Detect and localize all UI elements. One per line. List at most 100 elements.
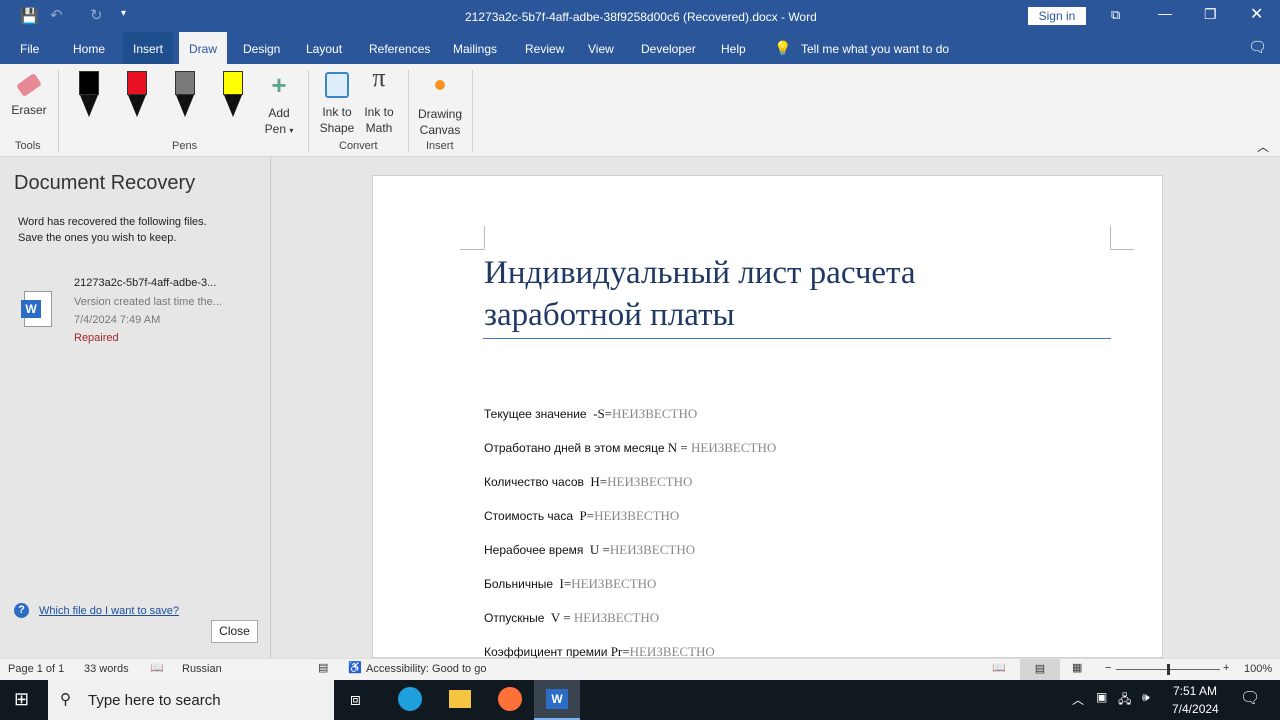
clock-time[interactable]: 7:51 AM [1173, 684, 1217, 698]
search-box[interactable]: ⚲ Type here to search [48, 680, 334, 720]
recovered-file-item[interactable]: W 21273a2c-5b7f-4aff-adbe-3... Version c… [14, 271, 259, 349]
line-value: НЕИЗВЕСТНО [594, 508, 680, 523]
word-count[interactable]: 33 words [84, 663, 129, 675]
tab-mailings[interactable]: Mailings [443, 32, 507, 64]
ink-to-shape-label: Ink to [322, 105, 352, 119]
print-layout-icon[interactable]: ▤ [1020, 659, 1060, 680]
line-key: V = [544, 610, 574, 625]
meet-now-icon[interactable]: ▣ [1096, 690, 1107, 704]
tab-insert[interactable]: Insert [123, 32, 174, 64]
show-hidden-icons[interactable]: ︿ [1072, 691, 1084, 708]
ribbon-display-options-icon[interactable]: ⧉ [1111, 7, 1120, 23]
search-icon: ⚲ [60, 691, 71, 708]
tell-me-input[interactable]: Tell me what you want to do [801, 42, 949, 56]
comments-icon[interactable]: 🗨 [1248, 38, 1267, 56]
help-link[interactable]: Which file do I want to save? [39, 605, 179, 617]
restore-button[interactable]: ❐ [1204, 6, 1217, 23]
taskbar: ⊞ ⚲ Type here to search ⧈ W ︿ ▣ 🖧 🕪 7:51… [0, 680, 1280, 720]
zoom-in-button[interactable]: + [1223, 662, 1229, 674]
clock-date[interactable]: 7/4/2024 [1172, 702, 1219, 716]
sign-in-button[interactable]: Sign in [1028, 7, 1086, 25]
pi-icon: π [372, 63, 386, 92]
file-date: 7/4/2024 7:49 AM [74, 314, 161, 326]
line-label: Отработано дней в этом месяце [484, 441, 665, 455]
pen-3[interactable] [223, 71, 245, 126]
zoom-level[interactable]: 100% [1244, 663, 1272, 675]
tab-references[interactable]: References [359, 32, 440, 64]
firefox-icon[interactable] [498, 687, 522, 711]
line-label: Больничные [484, 577, 554, 591]
notifications-icon[interactable]: 🗨 [1240, 688, 1260, 708]
search-input[interactable]: Type here to search [88, 692, 221, 709]
zoom-slider-thumb[interactable] [1167, 664, 1170, 675]
tab-layout[interactable]: Layout [296, 32, 352, 64]
document-page[interactable]: Индивидуальный лист расчета заработной п… [372, 175, 1163, 659]
drawing-canvas-button[interactable]: Drawing Canvas [414, 74, 466, 138]
volume-icon[interactable]: 🕪 [1142, 690, 1150, 705]
proofing-icon[interactable]: 📖 [150, 661, 164, 674]
lightbulb-icon: 💡 [774, 40, 792, 56]
save-icon[interactable]: 💾 [20, 7, 39, 25]
recovery-description-2: Save the ones you wish to keep. [18, 232, 177, 244]
drawing-canvas-label: Drawing [417, 107, 462, 121]
ink-to-math-label-2: Math [365, 121, 393, 135]
line-label: Текущее значение [484, 407, 587, 421]
read-mode-icon[interactable]: 📖 [992, 661, 1006, 674]
document-line: Количество часов H=НЕИЗВЕСТНО [484, 474, 692, 490]
accessibility-status[interactable]: Accessibility: Good to go [366, 663, 486, 675]
ink-to-math-button[interactable]: π Ink to Math [359, 63, 399, 136]
file-status: Repaired [74, 332, 119, 344]
collapse-ribbon-icon[interactable]: ︿ [1257, 138, 1269, 155]
language[interactable]: Russian [182, 663, 222, 675]
eraser-button[interactable]: Eraser [8, 72, 50, 118]
group-tools-label: Tools [15, 140, 41, 152]
tab-design[interactable]: Design [233, 32, 290, 64]
title-line-2: заработной платы [484, 297, 735, 333]
ribbon-tabs: File Home Insert Draw Design Layout Refe… [0, 32, 1280, 64]
close-button[interactable]: Close [211, 620, 258, 643]
task-view-icon[interactable]: ⧈ [350, 690, 361, 710]
file-explorer-icon[interactable] [449, 690, 471, 708]
title-line-1: Индивидуальный лист расчета [484, 255, 916, 291]
group-convert-label: Convert [339, 140, 378, 152]
line-value: НЕИЗВЕСТНО [607, 474, 693, 489]
customize-toolbar-icon[interactable]: ▾ [121, 8, 126, 19]
line-value: НЕИЗВЕСТНО [612, 406, 698, 421]
windows-start-icon[interactable]: ⊞ [14, 689, 29, 710]
page-count[interactable]: Page 1 of 1 [8, 663, 64, 675]
ink-to-shape-button[interactable]: Ink to Shape [317, 72, 357, 136]
close-window-button[interactable]: ✕ [1250, 4, 1263, 24]
network-icon[interactable]: 🖧 [1118, 690, 1131, 711]
zoom-out-button[interactable]: − [1105, 662, 1111, 674]
tab-developer[interactable]: Developer [631, 32, 706, 64]
group-pens-label: Pens [172, 140, 198, 152]
redo-icon[interactable]: ↻ [90, 6, 103, 24]
line-label: Отпускные [484, 611, 545, 625]
minimize-button[interactable]: — [1158, 5, 1172, 21]
web-layout-icon[interactable]: ▦ [1072, 661, 1082, 674]
word-icon: W [546, 689, 568, 709]
tab-home[interactable]: Home [63, 32, 115, 64]
line-label: Стоимость часа [484, 509, 574, 523]
undo-icon[interactable]: ↶ [50, 6, 63, 24]
document-line: Отпускные V = НЕИЗВЕСТНО [484, 610, 659, 626]
pen-1[interactable] [127, 71, 149, 126]
macro-icon[interactable]: ▤ [318, 661, 328, 674]
status-bar: Page 1 of 1 33 words 📖 Russian ▤ ♿ Acces… [0, 658, 1280, 680]
ink-to-math-label: Ink to [364, 105, 394, 119]
group-insert-label: Insert [426, 140, 454, 152]
pen-0[interactable] [79, 71, 101, 126]
pen-2[interactable] [175, 71, 197, 126]
document-title: Индивидуальный лист расчета заработной п… [484, 252, 916, 336]
tab-review[interactable]: Review [515, 32, 574, 64]
word-taskbar-button[interactable]: W [534, 680, 580, 720]
add-pen-button[interactable]: + Add Pen ▾ [260, 72, 298, 139]
tab-file[interactable]: File [10, 32, 49, 64]
document-line: Отработано дней в этом месяце N = НЕИЗВЕ… [484, 440, 776, 456]
tab-view[interactable]: View [578, 32, 624, 64]
title-bar: 💾 ↶ ↻ ▾ 21273a2c-5b7f-4aff-adbe-38f9258d… [0, 0, 1280, 32]
edge-icon[interactable] [398, 687, 422, 711]
tab-help[interactable]: Help [711, 32, 756, 64]
tab-draw[interactable]: Draw [179, 32, 228, 64]
line-key: Pr= [607, 644, 630, 659]
